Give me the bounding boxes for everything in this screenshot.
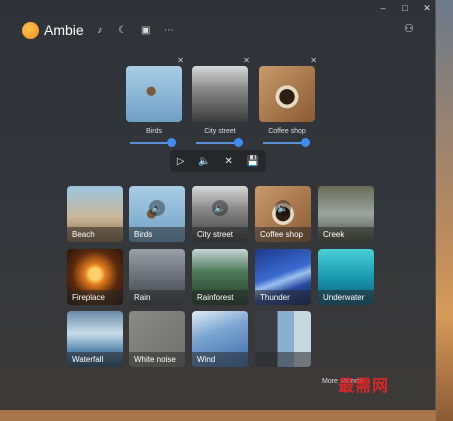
sound-tile-label: Beach xyxy=(67,227,123,242)
sound-tile-waterfall[interactable]: Waterfall xyxy=(67,311,123,367)
ambie-window: – □ ✕ Ambie ♪ ☾ ▣ ⋯ ⚇ ✕ Birds ✕ City str… xyxy=(0,0,436,410)
speaker-icon: 🔈 xyxy=(275,200,291,216)
more-icon[interactable]: ⋯ xyxy=(162,25,176,36)
sound-tile-label xyxy=(255,352,311,367)
sound-tile-creek[interactable]: Creek xyxy=(318,186,374,242)
watermark-text: 最需网 xyxy=(338,376,390,395)
sound-tile-city-street[interactable]: 🔈 City street xyxy=(192,186,248,242)
remove-sound-icon[interactable]: ✕ xyxy=(310,56,317,65)
volume-slider-thumb[interactable] xyxy=(234,138,243,147)
speaker-icon: 🔈 xyxy=(212,200,228,216)
play-icon[interactable]: ▷ xyxy=(177,156,185,167)
volume-slider-thumb[interactable] xyxy=(167,138,176,147)
sound-tile-birds[interactable]: 🔈 Birds xyxy=(129,186,185,242)
active-sound-label: Coffee shop xyxy=(268,128,306,135)
desktop-background xyxy=(436,0,453,421)
sound-tile-label: Coffee shop xyxy=(255,227,311,242)
active-sound-image xyxy=(126,66,182,122)
sound-tile-underwater[interactable]: Underwater xyxy=(318,249,374,305)
remove-sound-icon[interactable]: ✕ xyxy=(243,56,250,65)
sound-tile-label: City street xyxy=(192,227,248,242)
player-controls: ▷ 🔈 ✕ 💾 xyxy=(170,150,266,172)
active-sound-city-street[interactable]: ✕ City street xyxy=(192,56,250,135)
sound-tile-label: White noise xyxy=(129,352,185,367)
screen-icon[interactable]: ▣ xyxy=(139,25,153,36)
sound-tile-label: Waterfall xyxy=(67,352,123,367)
sound-tile-label: Rain xyxy=(129,290,185,305)
moon-icon[interactable]: ☾ xyxy=(116,25,130,36)
sound-tile-label: Fireplace xyxy=(67,290,123,305)
sound-tile-rain[interactable]: Rain xyxy=(129,249,185,305)
minimize-button[interactable]: – xyxy=(376,2,390,14)
sound-tile-wind[interactable]: Wind xyxy=(192,311,248,367)
sound-tile-label: Creek xyxy=(318,227,374,242)
volume-slider-thumb[interactable] xyxy=(301,138,310,147)
volume-icon[interactable]: 🔈 xyxy=(198,156,210,167)
sound-tile-beach[interactable]: Beach xyxy=(67,186,123,242)
sound-tile-more[interactable] xyxy=(255,311,311,367)
speaker-icon: 🔈 xyxy=(149,200,165,216)
save-icon[interactable]: 💾 xyxy=(247,156,259,167)
active-sound-birds[interactable]: ✕ Birds xyxy=(126,56,184,135)
clear-icon[interactable]: ✕ xyxy=(225,156,233,167)
sound-tile-white-noise[interactable]: White noise xyxy=(129,311,185,367)
title-bar[interactable]: – □ ✕ xyxy=(0,0,436,16)
sound-tile-coffee-shop[interactable]: 🔈 Coffee shop xyxy=(255,186,311,242)
remove-sound-icon[interactable]: ✕ xyxy=(177,56,184,65)
sound-tile-label: Wind xyxy=(192,352,248,367)
ambie-logo-icon xyxy=(22,21,39,39)
sound-tile-thunder[interactable]: Thunder xyxy=(255,249,311,305)
sound-tile-rainforest[interactable]: Rainforest xyxy=(192,249,248,305)
sound-tile-label: Rainforest xyxy=(192,290,248,305)
active-sound-image xyxy=(259,66,315,122)
user-settings-icon[interactable]: ⚇ xyxy=(404,22,414,35)
sound-tile-label: Birds xyxy=(129,227,185,242)
music-note-icon[interactable]: ♪ xyxy=(93,25,107,36)
active-sound-image xyxy=(192,66,248,122)
active-sound-coffee-shop[interactable]: ✕ Coffee shop xyxy=(259,56,317,135)
sound-tile-label: Thunder xyxy=(255,290,311,305)
sound-tile-fireplace[interactable]: Fireplace xyxy=(67,249,123,305)
close-button[interactable]: ✕ xyxy=(420,2,434,14)
sound-tile-label: Underwater xyxy=(318,290,374,305)
app-header: Ambie ♪ ☾ ▣ ⋯ xyxy=(22,20,176,40)
app-title: Ambie xyxy=(44,22,84,38)
maximize-button[interactable]: □ xyxy=(398,2,412,14)
